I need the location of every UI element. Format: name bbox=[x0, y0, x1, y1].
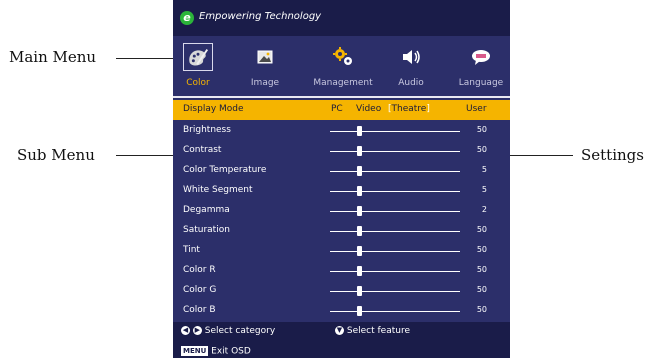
slider-thumb[interactable] bbox=[357, 226, 363, 236]
setting-row-saturation[interactable]: Saturation 50 bbox=[173, 221, 510, 241]
setting-row-color-g[interactable]: Color G 50 bbox=[173, 281, 510, 301]
setting-label: Color B bbox=[183, 305, 216, 315]
slider-thumb[interactable] bbox=[357, 166, 363, 176]
slider-thumb[interactable] bbox=[357, 126, 363, 136]
menu-icon-frame bbox=[250, 43, 280, 71]
setting-value: 50 bbox=[476, 265, 487, 274]
slider-track[interactable] bbox=[330, 271, 460, 272]
slider-thumb[interactable] bbox=[357, 206, 363, 216]
settings-callout: Settings bbox=[581, 146, 644, 164]
menu-item-management[interactable]: Management bbox=[305, 36, 381, 94]
display-mode-option-video[interactable]: Video bbox=[356, 104, 381, 114]
display-mode-row[interactable]: Display Mode PC Video [Theatre] User bbox=[173, 100, 510, 120]
speaker-icon bbox=[403, 50, 420, 64]
slider-thumb[interactable] bbox=[357, 306, 363, 316]
display-mode-option-pc[interactable]: PC bbox=[331, 104, 343, 114]
slider-track[interactable] bbox=[330, 191, 460, 192]
down-arrow-icon: ▼ bbox=[335, 326, 344, 335]
setting-value: 5 bbox=[481, 185, 487, 194]
setting-label: Tint bbox=[183, 245, 200, 255]
slider-track[interactable] bbox=[330, 231, 460, 232]
select-category-hint: ◀ ▶ Select category bbox=[181, 326, 275, 336]
select-feature-hint: ▼ Select feature bbox=[335, 326, 410, 336]
setting-row-color-temperature[interactable]: Color Temperature 5 bbox=[173, 161, 510, 181]
setting-value: 50 bbox=[476, 245, 487, 254]
exit-osd-text: Exit OSD bbox=[211, 346, 251, 357]
slider-thumb[interactable] bbox=[357, 266, 363, 276]
picture-icon bbox=[257, 50, 273, 64]
setting-row-color-r[interactable]: Color R 50 bbox=[173, 261, 510, 281]
slider-track[interactable] bbox=[330, 131, 460, 132]
palette-icon bbox=[189, 49, 209, 66]
main-menu-callout: Main Menu bbox=[9, 48, 97, 66]
setting-value: 50 bbox=[476, 305, 487, 314]
setting-row-color-b[interactable]: Color B 50 bbox=[173, 301, 510, 321]
slider-track[interactable] bbox=[330, 291, 460, 292]
setting-value: 50 bbox=[476, 145, 487, 154]
menu-label-language: Language bbox=[458, 78, 504, 88]
menu-icon-frame bbox=[396, 43, 426, 71]
slider-thumb[interactable] bbox=[357, 186, 363, 196]
osd-panel: e Empowering Technology Color Image Mana… bbox=[173, 0, 510, 358]
slider-track[interactable] bbox=[330, 251, 460, 252]
menu-icon-frame bbox=[183, 43, 213, 71]
gears-icon bbox=[333, 47, 352, 65]
setting-label: Saturation bbox=[183, 225, 230, 235]
setting-label: Brightness bbox=[183, 125, 231, 135]
exit-osd-hint: MENU Exit OSD bbox=[181, 346, 251, 357]
setting-value: 50 bbox=[476, 125, 487, 134]
menu-icon-frame bbox=[466, 43, 496, 71]
display-mode-option-theatre[interactable]: [Theatre] bbox=[388, 104, 430, 114]
left-arrow-icon: ◀ bbox=[181, 326, 190, 335]
menu-label-management: Management bbox=[313, 78, 373, 88]
setting-value: 50 bbox=[476, 225, 487, 234]
speech-bubble-icon bbox=[472, 50, 490, 65]
slider-track[interactable] bbox=[330, 211, 460, 212]
setting-row-brightness[interactable]: Brightness 50 bbox=[173, 121, 510, 141]
slider-track[interactable] bbox=[330, 151, 460, 152]
setting-row-white-segment[interactable]: White Segment 5 bbox=[173, 181, 510, 201]
sub-menu-callout: Sub Menu bbox=[17, 146, 95, 164]
setting-label: Color R bbox=[183, 265, 216, 275]
menu-icon-frame bbox=[328, 43, 358, 71]
setting-label: White Segment bbox=[183, 185, 253, 195]
osd-header: e Empowering Technology bbox=[173, 0, 510, 36]
brand-logo-icon: e bbox=[180, 11, 194, 25]
setting-row-tint[interactable]: Tint 50 bbox=[173, 241, 510, 261]
menu-key-icon: MENU bbox=[181, 346, 209, 356]
setting-row-degamma[interactable]: Degamma 2 bbox=[173, 201, 510, 221]
display-mode-option-user[interactable]: User bbox=[466, 104, 487, 114]
select-feature-text: Select feature bbox=[346, 326, 410, 336]
menu-item-image[interactable]: Image bbox=[240, 36, 290, 94]
slider-thumb[interactable] bbox=[357, 146, 363, 156]
main-menu-bar: Color Image Management Audio Language bbox=[173, 36, 510, 94]
slider-track[interactable] bbox=[330, 171, 460, 172]
setting-row-contrast[interactable]: Contrast 50 bbox=[173, 141, 510, 161]
setting-value: 5 bbox=[481, 165, 487, 174]
slider-thumb[interactable] bbox=[357, 246, 363, 256]
menu-label-color: Color bbox=[186, 78, 210, 88]
setting-label: Contrast bbox=[183, 145, 222, 155]
brand-tagline: Empowering Technology bbox=[199, 11, 322, 22]
right-arrow-icon: ▶ bbox=[192, 326, 202, 335]
select-category-text: Select category bbox=[204, 326, 276, 336]
setting-value: 2 bbox=[481, 205, 487, 214]
setting-label: Color G bbox=[183, 285, 217, 295]
slider-track[interactable] bbox=[330, 311, 460, 312]
menu-label-image: Image bbox=[250, 78, 280, 88]
slider-thumb[interactable] bbox=[357, 286, 363, 296]
menu-item-color[interactable]: Color bbox=[173, 36, 223, 94]
menu-separator bbox=[173, 96, 510, 98]
menu-item-language[interactable]: Language bbox=[452, 36, 510, 94]
setting-value: 50 bbox=[476, 285, 487, 294]
display-mode-option-theatre-label: Theatre bbox=[391, 104, 427, 114]
setting-label: Degamma bbox=[183, 205, 230, 215]
menu-label-audio: Audio bbox=[398, 78, 424, 88]
display-mode-label: Display Mode bbox=[183, 104, 244, 114]
osd-footer: ◀ ▶ Select category ▼ Select feature MEN… bbox=[173, 322, 510, 358]
setting-label: Color Temperature bbox=[183, 165, 267, 175]
main-menu-leader-line bbox=[116, 58, 180, 59]
menu-item-audio[interactable]: Audio bbox=[386, 36, 436, 94]
